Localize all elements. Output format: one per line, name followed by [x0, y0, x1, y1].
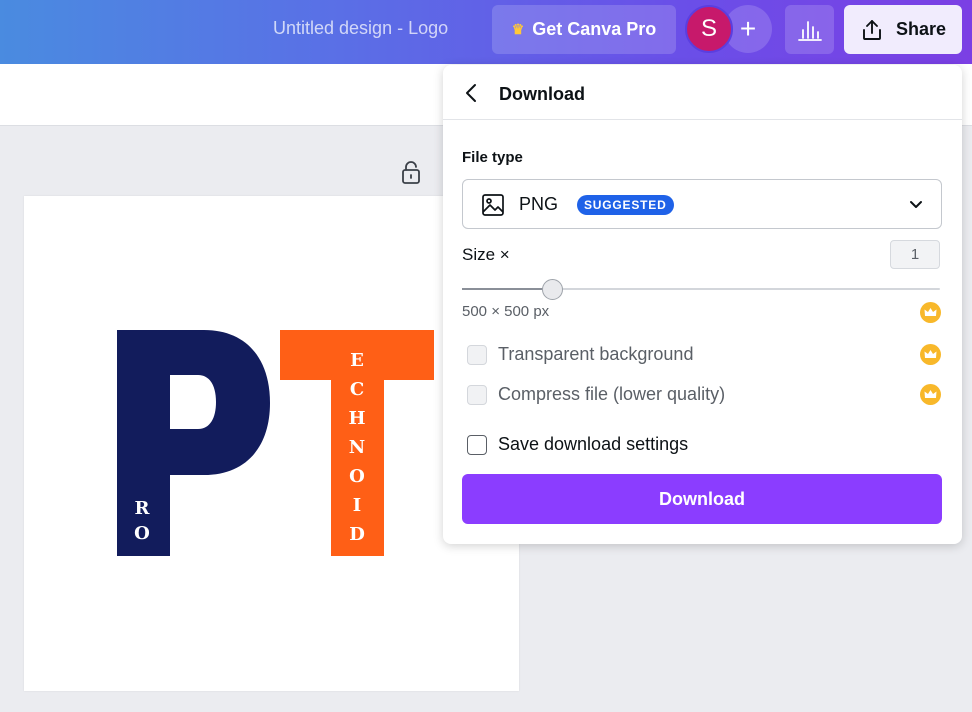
avatar-initial: S: [700, 15, 717, 42]
unlock-icon: [402, 161, 420, 184]
crown-icon: ♛: [511, 21, 525, 37]
compress-file-checkbox[interactable]: [467, 384, 487, 405]
download-button[interactable]: Download: [462, 474, 942, 524]
top-bar: Untitled design - Logo ♛ Get Canva Pro +…: [0, 0, 972, 64]
chevron-left-icon: [466, 84, 476, 102]
save-download-settings-option[interactable]: Save download settings: [467, 434, 688, 455]
transparent-background-option[interactable]: Transparent background: [467, 344, 693, 365]
plus-icon: +: [739, 13, 757, 44]
user-avatar[interactable]: S: [685, 5, 733, 53]
transparent-background-label: Transparent background: [498, 344, 694, 364]
back-button[interactable]: [461, 81, 483, 105]
size-slider-thumb[interactable]: [542, 279, 563, 300]
pro-crown-icon: [920, 302, 941, 323]
file-type-value: PNG: [519, 194, 559, 214]
save-download-settings-checkbox[interactable]: [467, 434, 487, 455]
pro-crown-icon: [920, 384, 941, 405]
panel-title: Download: [499, 84, 585, 104]
save-download-settings-label: Save download settings: [498, 434, 689, 454]
size-label: Size ×: [462, 245, 510, 264]
suggested-badge: SUGGESTED: [577, 195, 674, 215]
file-type-select[interactable]: PNG SUGGESTED: [462, 179, 942, 229]
share-label: Share: [895, 19, 947, 39]
size-input[interactable]: 1: [890, 240, 940, 269]
logo-text-echnoid: E C H N O I D: [348, 350, 366, 545]
insights-button[interactable]: [785, 5, 834, 54]
document-title[interactable]: Untitled design - Logo: [273, 18, 448, 39]
file-type-label: File type: [462, 149, 523, 166]
download-panel: Download File type PNG SUGGESTED Size × …: [443, 65, 962, 544]
dimensions-text: 500 × 500 px: [462, 303, 550, 320]
bar-chart-icon: [797, 20, 822, 41]
compress-file-label: Compress file (lower quality): [498, 384, 726, 404]
compress-file-option[interactable]: Compress file (lower quality): [467, 384, 725, 405]
pro-crown-icon: [920, 344, 941, 365]
logo-text-ro: R O: [134, 498, 150, 544]
lock-button[interactable]: [400, 160, 422, 189]
chevron-down-icon: [910, 201, 922, 208]
image-icon: [482, 194, 504, 216]
size-slider-fill: [462, 288, 553, 290]
share-button[interactable]: Share: [844, 5, 962, 54]
share-upload-icon: [863, 19, 881, 40]
get-canva-pro-label: Get Canva Pro: [532, 19, 657, 39]
panel-header: Download: [443, 65, 962, 120]
size-slider-track[interactable]: [462, 288, 940, 290]
get-canva-pro-button[interactable]: ♛ Get Canva Pro: [492, 5, 676, 54]
transparent-background-checkbox[interactable]: [467, 344, 487, 365]
